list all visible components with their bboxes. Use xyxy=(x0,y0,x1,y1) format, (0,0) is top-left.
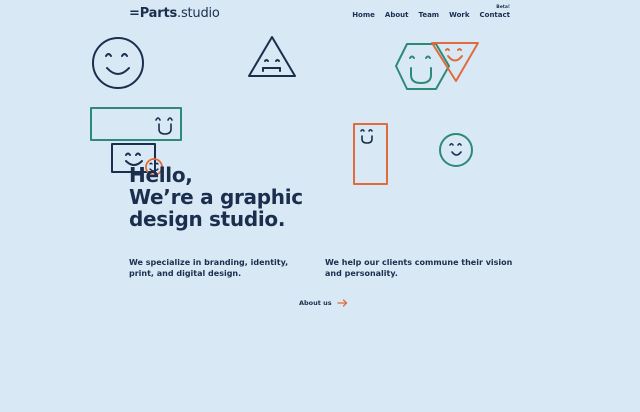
hero-line: We’re a graphic xyxy=(129,185,303,209)
intro-right-line: and personality. xyxy=(325,269,398,278)
intro-right-line: We help our clients commune their vision xyxy=(325,258,513,267)
smiley-wide-rectangle-icon xyxy=(90,107,182,141)
intro-left-line: print, and digital design. xyxy=(129,269,242,278)
arrow-right-icon xyxy=(337,299,348,307)
intro-left: We specialize in branding, identity, pri… xyxy=(129,257,299,279)
hero-line: Hello, xyxy=(129,163,193,187)
smiley-tall-rectangle-icon xyxy=(353,123,388,185)
smiley-triangle-icon xyxy=(248,36,296,77)
smiley-hexagon-icon xyxy=(395,43,450,90)
about-us-label: About us xyxy=(299,299,332,307)
hero-line: design studio. xyxy=(129,207,286,231)
intro-right: We help our clients commune their vision… xyxy=(325,257,513,279)
intro-left-line: We specialize in branding, identity, xyxy=(129,258,289,267)
hero-heading: Hello, We’re a graphic design studio. xyxy=(129,164,349,230)
wide-rectangle-face-icon xyxy=(155,117,173,135)
smiley-circle-large-icon xyxy=(92,37,144,89)
smiley-circle-medium-icon xyxy=(439,133,473,167)
about-us-link[interactable]: About us xyxy=(299,299,348,307)
